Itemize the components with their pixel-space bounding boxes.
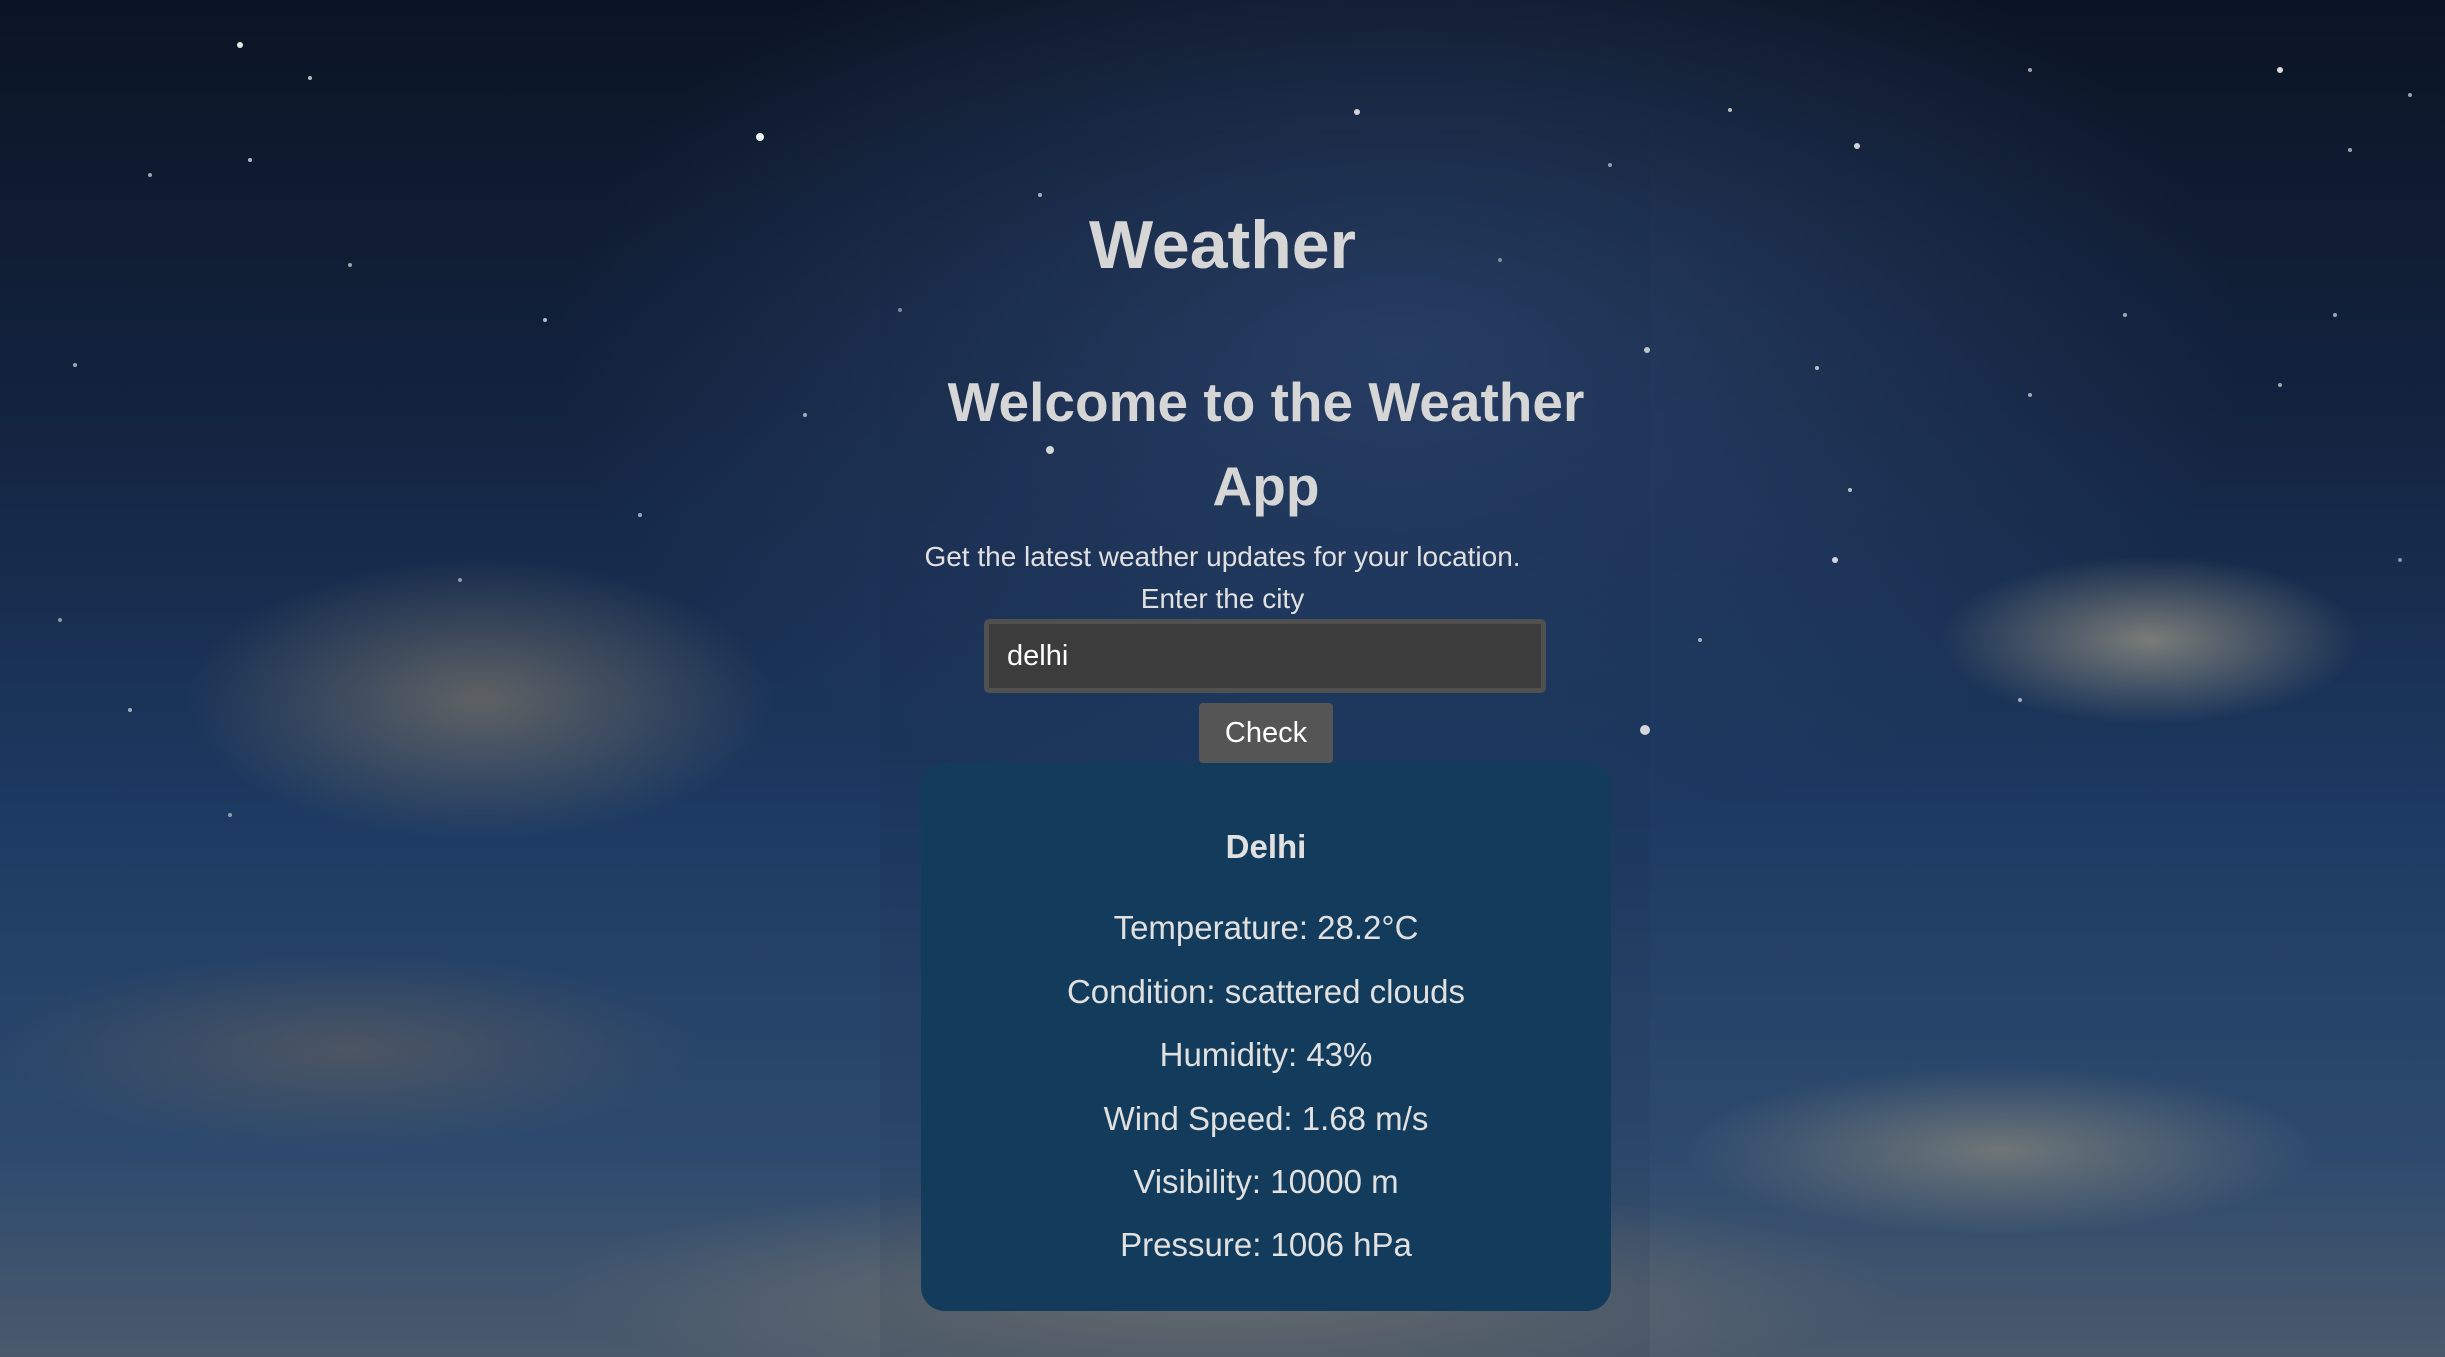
wind-speed-text: Wind Speed: 1.68 m/s [1103, 1100, 1429, 1137]
condition-text: Condition: scattered clouds [1066, 973, 1466, 1010]
check-button[interactable]: Check [1199, 703, 1333, 763]
temperature-text: Temperature: 28.2°C [1113, 909, 1419, 946]
city-input[interactable] [984, 619, 1546, 693]
weather-result-card: Delhi Temperature: 28.2°C Condition: sca… [921, 763, 1611, 1311]
tagline-text: Get the latest weather updates for your … [924, 541, 1521, 572]
city-input-label: Enter the city [1140, 583, 1305, 614]
visibility-text: Visibility: 10000 m [1133, 1163, 1399, 1200]
page-title: Weather [1088, 207, 1357, 283]
welcome-heading: Welcome to the Weather App [947, 371, 1585, 517]
humidity-text: Humidity: 43% [1159, 1036, 1373, 1073]
result-city-name: Delhi [1225, 828, 1307, 865]
pressure-text: Pressure: 1006 hPa [1120, 1226, 1412, 1263]
